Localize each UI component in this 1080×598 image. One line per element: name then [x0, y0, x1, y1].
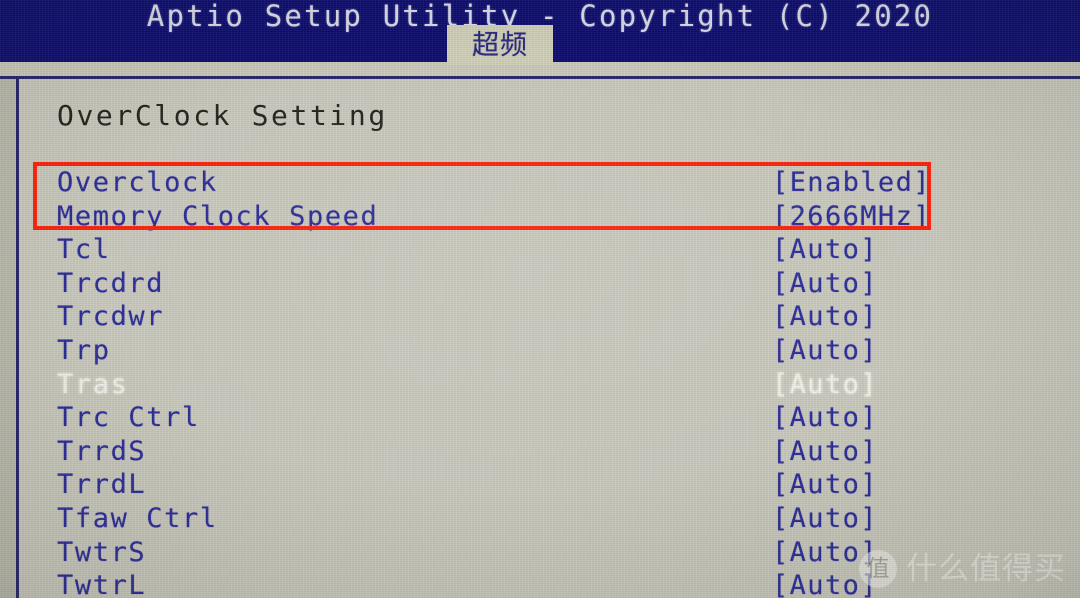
setting-label: Trc Ctrl	[57, 402, 200, 434]
setting-row[interactable]: Trcdrd [Auto]	[19, 268, 1080, 302]
watermark-text: 什么值得买	[906, 550, 1066, 587]
setting-label: TwtrS	[57, 536, 147, 568]
setting-value[interactable]: [Auto]	[772, 301, 878, 332]
setting-value[interactable]: [Auto]	[772, 402, 878, 433]
setting-label: TwtrL	[57, 570, 147, 598]
setting-row[interactable]: Trc Ctrl [Auto]	[19, 402, 1080, 436]
setting-row[interactable]: Tras [Auto]	[19, 369, 1080, 403]
watermark: 值 什么值得买	[859, 550, 1066, 588]
setting-label: Memory Clock Speed	[57, 200, 379, 232]
panel-left-gutter	[0, 79, 16, 598]
setting-value[interactable]: [Auto]	[772, 335, 878, 366]
setting-value[interactable]: [Auto]	[772, 436, 878, 467]
setting-label: Overclock	[57, 167, 218, 198]
setting-row[interactable]: Tfaw Ctrl [Auto]	[19, 503, 1080, 537]
setting-value[interactable]: [Auto]	[772, 503, 878, 534]
setting-label: Trcdwr	[57, 301, 165, 333]
setting-label: Trcdrd	[57, 267, 165, 299]
setting-value[interactable]: [Auto]	[772, 234, 878, 265]
setting-row[interactable]: Tcl [Auto]	[19, 234, 1080, 268]
tab-overclock[interactable]: 超频	[447, 25, 553, 65]
setting-value[interactable]: [Auto]	[772, 369, 878, 400]
settings-panel: OverClock Setting Overclock [Enabled] Memo…	[19, 79, 1080, 598]
setting-value[interactable]: [Enabled]	[772, 167, 931, 198]
setting-row[interactable]: Memory Clock Speed [2666MHz]	[19, 201, 1080, 235]
setting-label: Tcl	[57, 234, 111, 266]
bios-screen: Aptio Setup Utility - Copyright (C) 2020…	[0, 0, 1080, 598]
setting-label: Trp	[57, 335, 111, 366]
tab-overclock-label: 超频	[472, 29, 528, 61]
setting-label: TrrdS	[57, 435, 147, 467]
setting-row[interactable]: TrrdL [Auto]	[19, 469, 1080, 503]
smzdm-logo-icon: 值	[859, 550, 897, 588]
setting-label: Tras	[57, 368, 129, 400]
setting-row[interactable]: Trp [Auto]	[19, 335, 1080, 369]
setting-label: TrrdL	[57, 469, 147, 501]
setting-value[interactable]: [2666MHz]	[772, 201, 931, 232]
setting-row[interactable]: TrrdS [Auto]	[19, 436, 1080, 470]
setting-label: Tfaw Ctrl	[57, 503, 218, 534]
setting-row[interactable]: Overclock [Enabled]	[19, 167, 1080, 201]
setting-row[interactable]: Trcdwr [Auto]	[19, 301, 1080, 335]
setting-value[interactable]: [Auto]	[772, 268, 878, 299]
setting-value[interactable]: [Auto]	[772, 469, 878, 500]
section-header: OverClock Setting	[57, 99, 388, 132]
